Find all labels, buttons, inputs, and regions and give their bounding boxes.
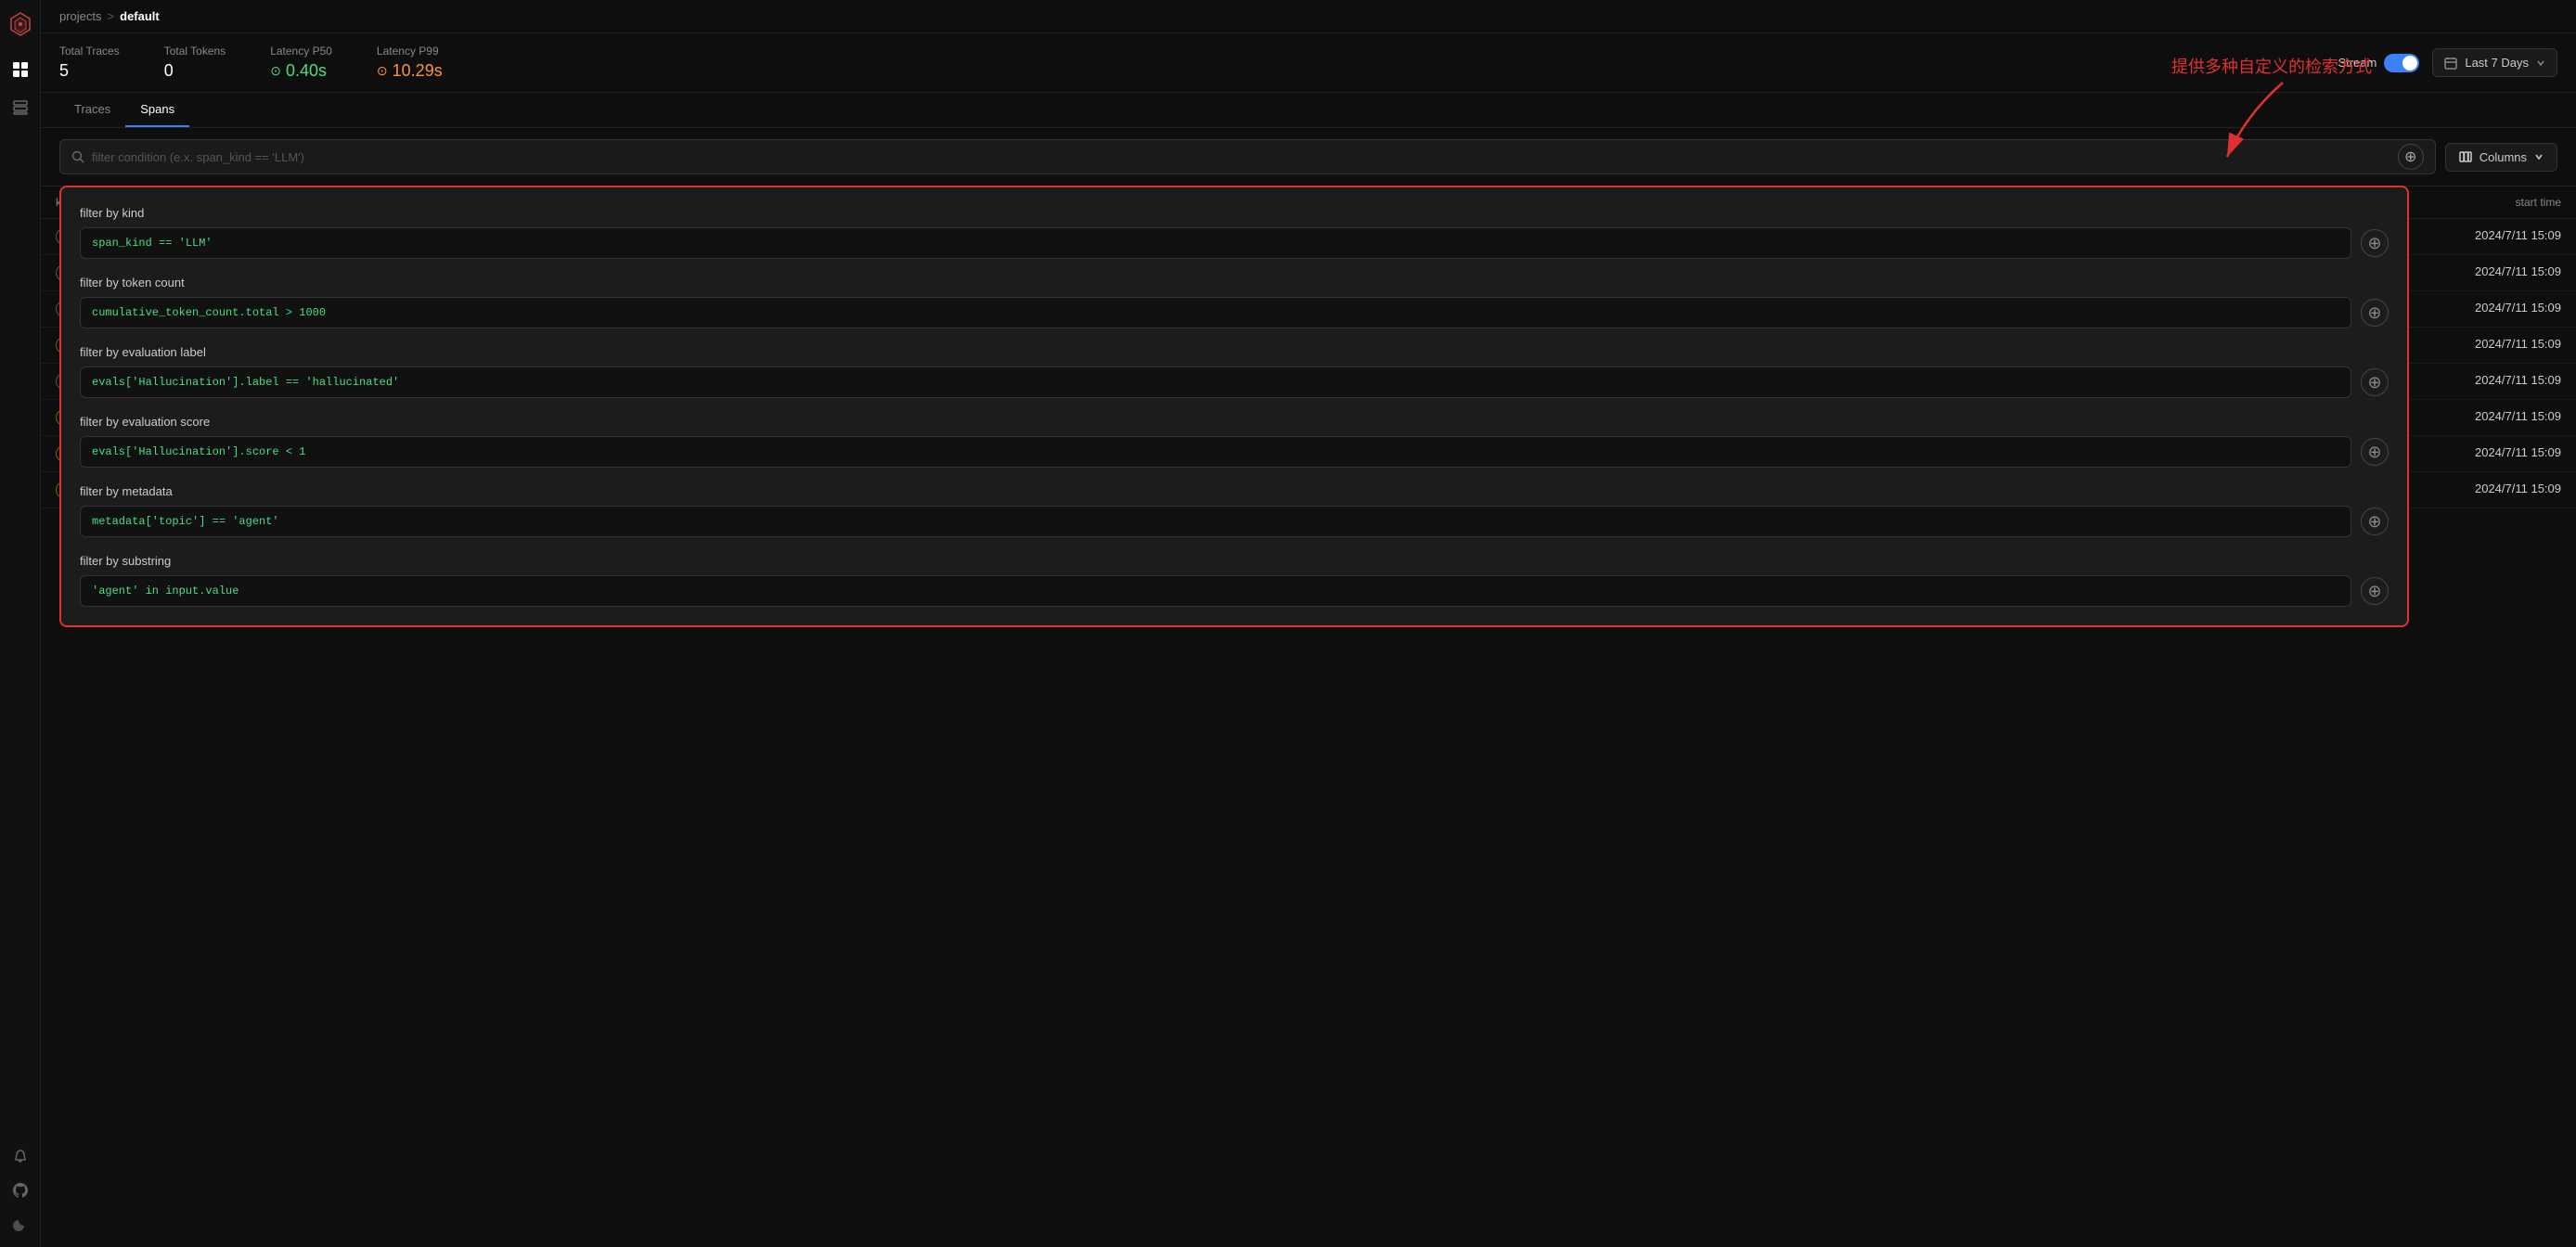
sidebar-icon-bell[interactable] bbox=[10, 1147, 31, 1167]
sidebar-icon-layers[interactable] bbox=[10, 96, 31, 117]
filter-group-substring: filter by substring ⊕ bbox=[80, 554, 2389, 607]
toggle-knob bbox=[2402, 56, 2417, 71]
breadcrumb-separator: > bbox=[108, 9, 115, 23]
filter-eval-score-label: filter by evaluation score bbox=[80, 415, 2389, 429]
sidebar-icon-grid[interactable] bbox=[10, 59, 31, 80]
filter-group-eval-score: filter by evaluation score ⊕ bbox=[80, 415, 2389, 468]
latency-p50-number: 0.40s bbox=[286, 61, 327, 81]
sidebar bbox=[0, 0, 41, 1247]
filter-substring-add-button[interactable]: ⊕ bbox=[2361, 577, 2389, 605]
stat-latency-p50: Latency P50 ⊙ 0.40s bbox=[270, 45, 332, 81]
filter-group-kind: filter by kind ⊕ bbox=[80, 206, 2389, 259]
main-content: projects > default Total Traces 5 Total … bbox=[41, 0, 2576, 1247]
columns-label: Columns bbox=[2479, 150, 2527, 164]
start-time-1: 2024/7/11 15:09 bbox=[2475, 264, 2561, 278]
stat-total-traces: Total Traces 5 bbox=[59, 45, 120, 81]
sidebar-icon-moon[interactable] bbox=[10, 1214, 31, 1234]
start-time-7: 2024/7/11 15:09 bbox=[2475, 482, 2561, 495]
latency-p99-value: ⊙ 10.29s bbox=[377, 61, 443, 81]
clock-icon-green: ⊙ bbox=[270, 63, 281, 79]
latency-p50-value: ⊙ 0.40s bbox=[270, 61, 332, 81]
date-range-button[interactable]: Last 7 Days bbox=[2432, 48, 2557, 77]
header-right: Stream Last 7 Days bbox=[2338, 48, 2557, 77]
filter-group-token-count: filter by token count ⊕ bbox=[80, 276, 2389, 328]
stats-row: Total Traces 5 Total Tokens 0 Latency P5… bbox=[41, 33, 2576, 93]
filter-eval-label-label: filter by evaluation label bbox=[80, 345, 2389, 359]
filter-token-input[interactable] bbox=[80, 297, 2351, 328]
filter-bar: ⊕ Columns bbox=[41, 128, 2576, 186]
filter-substring-label: filter by substring bbox=[80, 554, 2389, 568]
filter-eval-label-row: ⊕ bbox=[80, 366, 2389, 398]
filter-eval-score-input[interactable] bbox=[80, 436, 2351, 468]
total-tokens-label: Total Tokens bbox=[164, 45, 226, 58]
clock-icon-orange: ⊙ bbox=[377, 63, 388, 79]
filter-input-wrap: ⊕ bbox=[59, 139, 2436, 174]
stream-label: Stream bbox=[2338, 56, 2376, 70]
filter-metadata-row: ⊕ bbox=[80, 506, 2389, 537]
latency-p99-number: 10.29s bbox=[393, 61, 443, 81]
columns-button[interactable]: Columns bbox=[2445, 143, 2557, 172]
top-bar: projects > default bbox=[41, 0, 2576, 33]
stat-total-tokens: Total Tokens 0 bbox=[164, 45, 226, 81]
chevron-down-icon bbox=[2536, 58, 2545, 68]
app-logo bbox=[7, 11, 33, 37]
stat-latency-p99: Latency P99 ⊙ 10.29s bbox=[377, 45, 443, 81]
breadcrumb: projects > default bbox=[59, 9, 160, 23]
filter-kind-input[interactable] bbox=[80, 227, 2351, 259]
filter-eval-label-add-button[interactable]: ⊕ bbox=[2361, 368, 2389, 396]
filter-kind-label: filter by kind bbox=[80, 206, 2389, 220]
columns-icon bbox=[2459, 150, 2472, 163]
latency-p50-label: Latency P50 bbox=[270, 45, 332, 58]
start-time-6: 2024/7/11 15:09 bbox=[2475, 445, 2561, 459]
latency-p99-label: Latency P99 bbox=[377, 45, 443, 58]
filter-eval-label-input[interactable] bbox=[80, 366, 2351, 398]
tab-traces[interactable]: Traces bbox=[59, 93, 125, 127]
filter-substring-input[interactable] bbox=[80, 575, 2351, 607]
filter-group-metadata: filter by metadata ⊕ bbox=[80, 484, 2389, 537]
calendar-icon bbox=[2444, 57, 2457, 70]
filter-eval-score-row: ⊕ bbox=[80, 436, 2389, 468]
total-traces-label: Total Traces bbox=[59, 45, 120, 58]
stream-toggle-switch[interactable] bbox=[2384, 54, 2419, 72]
filter-region: ⊕ Columns 提供多种自定义的检索方式 bbox=[41, 128, 2576, 186]
total-traces-value: 5 bbox=[59, 61, 120, 81]
filter-metadata-add-button[interactable]: ⊕ bbox=[2361, 508, 2389, 535]
filter-group-eval-label: filter by evaluation label ⊕ bbox=[80, 345, 2389, 398]
filter-token-add-button[interactable]: ⊕ bbox=[2361, 299, 2389, 327]
filter-token-label: filter by token count bbox=[80, 276, 2389, 289]
filter-kind-row: ⊕ bbox=[80, 227, 2389, 259]
columns-chevron-icon bbox=[2534, 152, 2544, 161]
breadcrumb-current: default bbox=[120, 9, 160, 23]
filter-add-button[interactable]: ⊕ bbox=[2398, 144, 2424, 170]
breadcrumb-parent[interactable]: projects bbox=[59, 9, 102, 23]
filter-substring-row: ⊕ bbox=[80, 575, 2389, 607]
start-time-4: 2024/7/11 15:09 bbox=[2475, 373, 2561, 387]
search-icon bbox=[71, 150, 84, 163]
sidebar-bottom bbox=[10, 1147, 31, 1247]
filter-metadata-label: filter by metadata bbox=[80, 484, 2389, 498]
app-container: projects > default Total Traces 5 Total … bbox=[0, 0, 2576, 1247]
sidebar-icon-github[interactable] bbox=[10, 1180, 31, 1201]
total-tokens-value: 0 bbox=[164, 61, 226, 81]
filter-dropdown: filter by kind ⊕ filter by token count ⊕ bbox=[59, 186, 2409, 627]
start-time-5: 2024/7/11 15:09 bbox=[2475, 409, 2561, 423]
start-time-3: 2024/7/11 15:09 bbox=[2475, 337, 2561, 351]
start-time-0: 2024/7/11 15:09 bbox=[2475, 228, 2561, 242]
start-time-2: 2024/7/11 15:09 bbox=[2475, 301, 2561, 315]
tab-spans[interactable]: Spans bbox=[125, 93, 189, 127]
tabs-row: Traces Spans bbox=[41, 93, 2576, 128]
filter-metadata-input[interactable] bbox=[80, 506, 2351, 537]
filter-token-row: ⊕ bbox=[80, 297, 2389, 328]
stream-toggle: Stream bbox=[2338, 54, 2419, 72]
date-range-label: Last 7 Days bbox=[2465, 56, 2529, 70]
filter-input[interactable] bbox=[92, 150, 2390, 164]
filter-kind-add-button[interactable]: ⊕ bbox=[2361, 229, 2389, 257]
filter-eval-score-add-button[interactable]: ⊕ bbox=[2361, 438, 2389, 466]
